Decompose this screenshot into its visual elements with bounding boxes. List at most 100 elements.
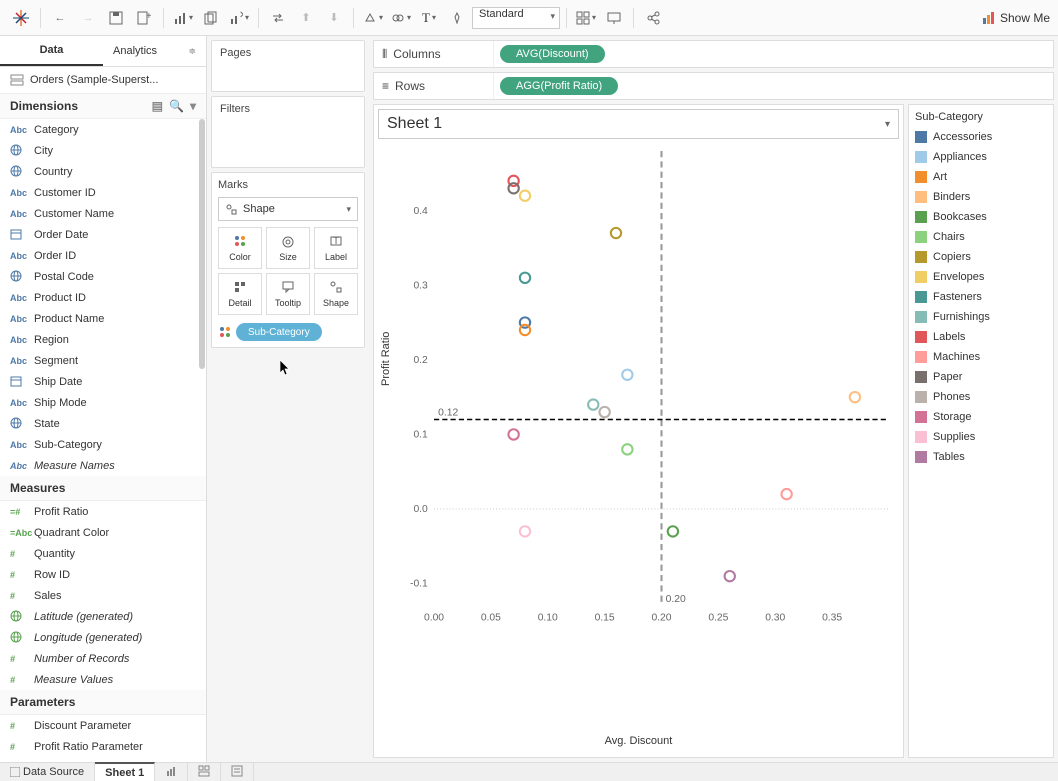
- field-region[interactable]: AbcRegion: [0, 329, 206, 350]
- legend-item-copiers[interactable]: Copiers: [915, 247, 1047, 267]
- legend-item-paper[interactable]: Paper: [915, 367, 1047, 387]
- mark-type-selector[interactable]: Shape: [218, 197, 358, 221]
- view-list-icon[interactable]: ▤: [152, 99, 163, 113]
- field-row-id[interactable]: #Row ID: [0, 564, 206, 585]
- profit-ratio-pill[interactable]: AGG(Profit Ratio): [500, 77, 618, 95]
- field-order-id[interactable]: AbcOrder ID: [0, 245, 206, 266]
- sort-desc-icon[interactable]: ⬇: [321, 5, 347, 31]
- point-chairs[interactable]: [622, 444, 632, 454]
- menu-icon[interactable]: ▾: [190, 99, 196, 113]
- highlight-icon[interactable]: [360, 5, 386, 31]
- mark-label-button[interactable]: TLabel: [314, 227, 358, 269]
- field-ship-date[interactable]: Ship Date: [0, 371, 206, 392]
- legend-item-supplies[interactable]: Supplies: [915, 427, 1047, 447]
- point-furnishings[interactable]: [588, 399, 598, 409]
- clear-sheet-icon[interactable]: ✕: [226, 5, 252, 31]
- field-segment[interactable]: AbcSegment: [0, 350, 206, 371]
- mark-detail-button[interactable]: Detail: [218, 273, 262, 315]
- new-worksheet-icon[interactable]: [170, 5, 196, 31]
- mark-color-button[interactable]: Color: [218, 227, 262, 269]
- legend-item-phones[interactable]: Phones: [915, 387, 1047, 407]
- mark-tooltip-button[interactable]: Tooltip: [266, 273, 310, 315]
- back-icon[interactable]: ←: [47, 5, 73, 31]
- scatter-plot[interactable]: -0.10.00.10.20.30.40.000.050.100.150.200…: [434, 151, 889, 606]
- field-number-of-records[interactable]: #Number of Records: [0, 648, 206, 669]
- field-category[interactable]: AbcCategory: [0, 119, 206, 140]
- point-copiers[interactable]: [611, 228, 621, 238]
- field-order-date[interactable]: Order Date: [0, 224, 206, 245]
- field-product-name[interactable]: AbcProduct Name: [0, 308, 206, 329]
- field-country[interactable]: Country: [0, 161, 206, 182]
- columns-shelf[interactable]: ⦀Columns AVG(Discount): [373, 40, 1054, 68]
- data-tab[interactable]: Data: [0, 36, 103, 66]
- save-icon[interactable]: [103, 5, 129, 31]
- legend-item-accessories[interactable]: Accessories: [915, 127, 1047, 147]
- point-supplies[interactable]: [520, 526, 530, 536]
- fit-selector[interactable]: Standard: [472, 7, 560, 29]
- field-city[interactable]: City: [0, 140, 206, 161]
- new-data-icon[interactable]: +: [131, 5, 157, 31]
- point-envelopes[interactable]: [520, 191, 530, 201]
- field-discount-parameter[interactable]: #Discount Parameter: [0, 715, 206, 736]
- color-legend[interactable]: Sub-Category AccessoriesAppliancesArtBin…: [908, 104, 1054, 758]
- tableau-logo-icon[interactable]: [8, 5, 34, 31]
- field-latitude-generated-[interactable]: Latitude (generated): [0, 606, 206, 627]
- rows-shelf[interactable]: ≡Rows AGG(Profit Ratio): [373, 72, 1054, 100]
- legend-item-storage[interactable]: Storage: [915, 407, 1047, 427]
- point-bookcases[interactable]: [668, 526, 678, 536]
- field-ship-mode[interactable]: AbcShip Mode: [0, 392, 206, 413]
- sub-category-pill[interactable]: Sub-Category: [236, 323, 322, 341]
- field-quantity[interactable]: #Quantity: [0, 543, 206, 564]
- legend-item-machines[interactable]: Machines: [915, 347, 1047, 367]
- point-paper[interactable]: [508, 183, 518, 193]
- legend-item-tables[interactable]: Tables: [915, 447, 1047, 467]
- presentation-icon[interactable]: [601, 5, 627, 31]
- pages-shelf[interactable]: Pages: [211, 40, 365, 92]
- scrollbar[interactable]: [198, 119, 206, 476]
- point-fasteners[interactable]: [520, 273, 530, 283]
- point-appliances[interactable]: [622, 370, 632, 380]
- point-machines[interactable]: [781, 489, 791, 499]
- dashboard-icon[interactable]: [573, 5, 599, 31]
- mark-size-button[interactable]: Size: [266, 227, 310, 269]
- text-icon[interactable]: T: [416, 5, 442, 31]
- point-phones[interactable]: [599, 407, 609, 417]
- duplicate-sheet-icon[interactable]: [198, 5, 224, 31]
- new-worksheet-tab[interactable]: [155, 762, 188, 781]
- mark-shape-button[interactable]: Shape: [314, 273, 358, 315]
- group-icon[interactable]: [388, 5, 414, 31]
- sheet1-tab[interactable]: Sheet 1: [95, 762, 155, 781]
- new-story-tab[interactable]: [221, 762, 254, 781]
- swap-icon[interactable]: [265, 5, 291, 31]
- field-longitude-generated-[interactable]: Longitude (generated): [0, 627, 206, 648]
- show-me-button[interactable]: Show Me: [982, 11, 1050, 25]
- sort-asc-icon[interactable]: ⬆: [293, 5, 319, 31]
- new-dashboard-tab[interactable]: [188, 762, 221, 781]
- point-binders[interactable]: [850, 392, 860, 402]
- point-art[interactable]: [520, 325, 530, 335]
- legend-item-furnishings[interactable]: Furnishings: [915, 307, 1047, 327]
- legend-item-appliances[interactable]: Appliances: [915, 147, 1047, 167]
- pin-icon[interactable]: [444, 5, 470, 31]
- field-measure-values[interactable]: #Measure Values: [0, 669, 206, 690]
- analytics-tab[interactable]: Analytics≑: [103, 36, 206, 66]
- avg-discount-pill[interactable]: AVG(Discount): [500, 45, 605, 63]
- field-postal-code[interactable]: Postal Code: [0, 266, 206, 287]
- legend-item-chairs[interactable]: Chairs: [915, 227, 1047, 247]
- forward-icon[interactable]: →: [75, 5, 101, 31]
- data-connection[interactable]: Orders (Sample-Superst...: [0, 67, 206, 94]
- point-storage[interactable]: [508, 429, 518, 439]
- legend-item-envelopes[interactable]: Envelopes: [915, 267, 1047, 287]
- field-product-id[interactable]: AbcProduct ID: [0, 287, 206, 308]
- legend-item-bookcases[interactable]: Bookcases: [915, 207, 1047, 227]
- field-customer-name[interactable]: AbcCustomer Name: [0, 203, 206, 224]
- legend-item-labels[interactable]: Labels: [915, 327, 1047, 347]
- search-icon[interactable]: 🔍: [169, 99, 184, 113]
- legend-item-binders[interactable]: Binders: [915, 187, 1047, 207]
- field-customer-id[interactable]: AbcCustomer ID: [0, 182, 206, 203]
- field-sub-category[interactable]: AbcSub-Category: [0, 434, 206, 455]
- field-state[interactable]: State: [0, 413, 206, 434]
- legend-item-fasteners[interactable]: Fasteners: [915, 287, 1047, 307]
- point-tables[interactable]: [725, 571, 735, 581]
- field-profit-ratio[interactable]: =#Profit Ratio: [0, 501, 206, 522]
